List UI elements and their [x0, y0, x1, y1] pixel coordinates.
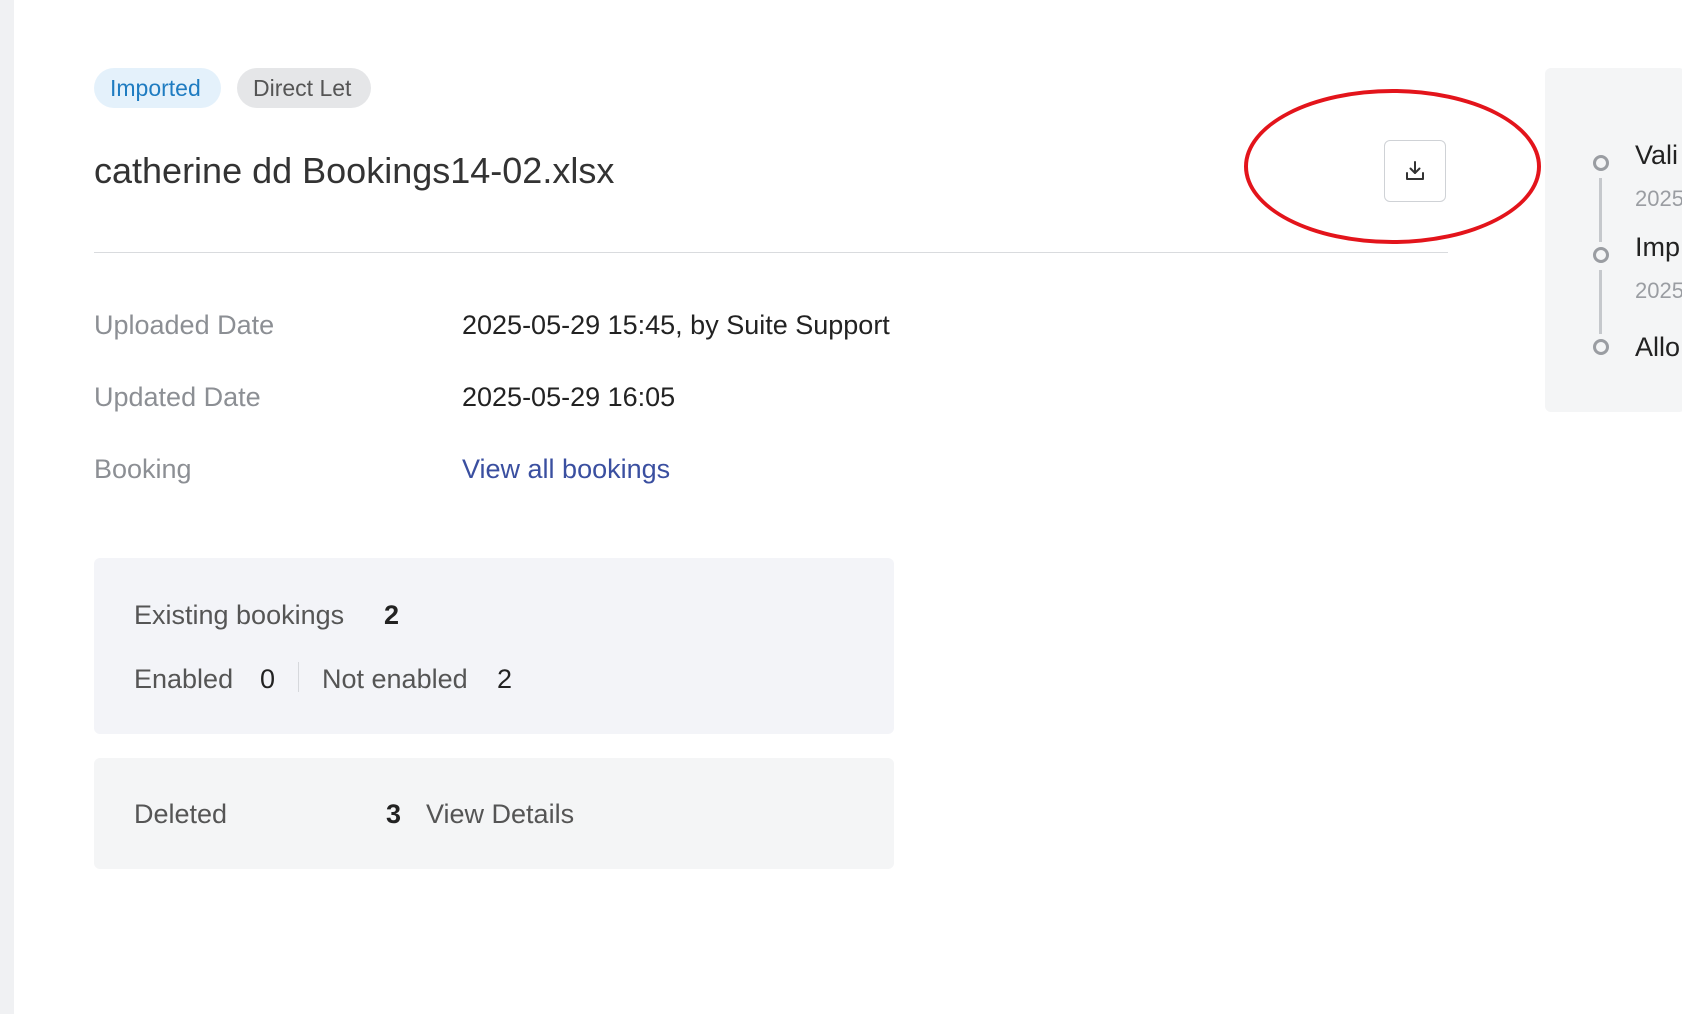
- enabled-count: 0: [260, 664, 276, 694]
- updated-date-label: Updated Date: [94, 382, 261, 412]
- timeline-connector: [1599, 178, 1602, 242]
- updated-date-value: 2025-05-29 16:05: [462, 382, 676, 412]
- timeline-step-date: 2025: [1635, 278, 1682, 303]
- view-all-bookings-link[interactable]: View all bookings: [462, 454, 670, 484]
- existing-bookings-label: Existing bookings: [134, 600, 345, 630]
- booking-value: View all bookings: [462, 454, 670, 485]
- timeline-step-title: Allo: [1635, 332, 1681, 362]
- timeline-step-title: Vali: [1635, 140, 1679, 170]
- stats-separator: [298, 662, 299, 692]
- page-title: catherine dd Bookings14-02.xlsx: [94, 150, 615, 191]
- timeline-dot: [1593, 155, 1609, 171]
- deleted-label: Deleted: [134, 799, 228, 829]
- download-button[interactable]: [1384, 140, 1446, 202]
- timeline-dot: [1593, 339, 1609, 355]
- existing-bookings-panel: Existing bookings 2 Enabled 0 Not enable…: [94, 558, 894, 734]
- status-badge-imported: Imported: [94, 68, 221, 108]
- type-badge-direct-let: Direct Let: [237, 68, 371, 108]
- timeline-connector: [1599, 270, 1602, 334]
- not-enabled-label: Not enabled: [322, 664, 468, 694]
- import-timeline: Vali 2025 Imp 2025 Allo: [1545, 68, 1682, 412]
- deleted-count: 3: [386, 799, 402, 829]
- enabled-label: Enabled: [134, 664, 234, 694]
- view-details-link[interactable]: View Details: [426, 799, 574, 830]
- uploaded-date-value: 2025-05-29 15:45, by Suite Support: [462, 310, 890, 340]
- not-enabled-count: 2: [497, 664, 513, 694]
- header-divider: [94, 252, 1448, 253]
- deleted-panel: Deleted 3 View Details: [94, 758, 894, 869]
- booking-label: Booking: [94, 454, 192, 484]
- timeline-step-date: 2025: [1635, 186, 1682, 211]
- download-icon: [1406, 161, 1424, 180]
- left-sidebar-edge: [0, 0, 14, 1014]
- uploaded-date-label: Uploaded Date: [94, 310, 275, 340]
- timeline-dot: [1593, 247, 1609, 263]
- existing-bookings-count: 2: [384, 600, 400, 630]
- timeline-step-title: Imp: [1635, 232, 1681, 262]
